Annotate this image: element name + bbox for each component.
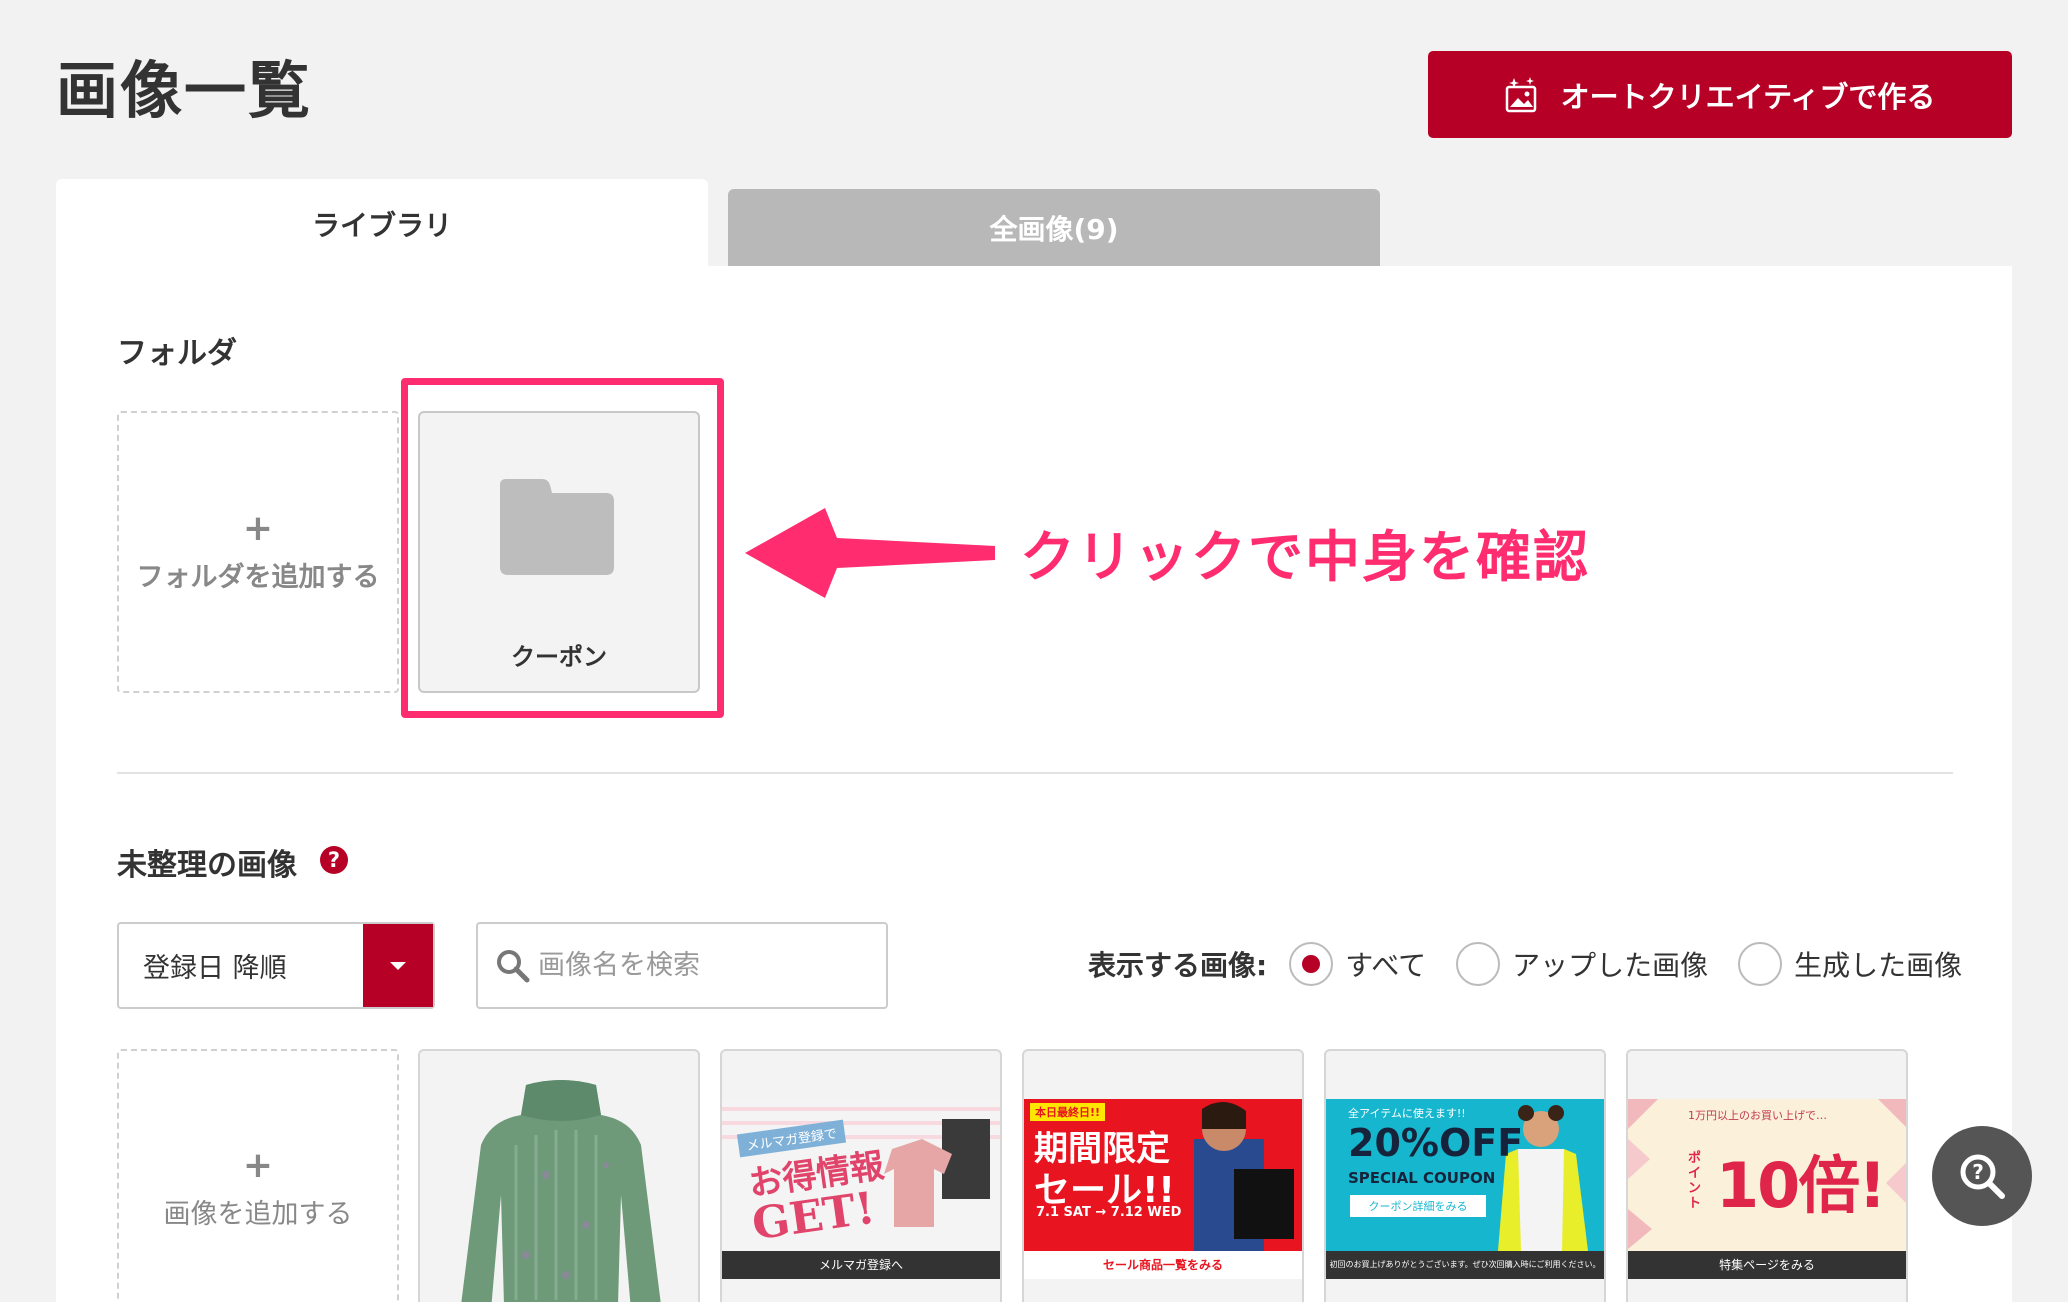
banner-button: クーポン詳細をみる — [1350, 1195, 1486, 1217]
banner-bar: メルマガ登録へ — [722, 1251, 1000, 1279]
image-card-coupon[interactable]: 全アイテムに使えます!! 20%OFF SPECIAL COUPON クーポン詳… — [1324, 1049, 1606, 1302]
unsorted-section-title: 未整理の画像 — [117, 848, 297, 883]
auto-creative-button[interactable]: オートクリエイティブで作る — [1428, 51, 2012, 138]
search-box[interactable] — [476, 922, 888, 1009]
banner-tag: 全アイテムに使えます!! — [1348, 1107, 1466, 1120]
image-sparkle-icon — [1505, 76, 1536, 112]
banner-bar: セール商品一覧をみる — [1024, 1251, 1302, 1279]
banner-headline: ポイント — [1688, 1151, 1702, 1211]
section-divider — [117, 772, 1953, 774]
radio-uploaded[interactable]: アップした画像 — [1456, 942, 1708, 986]
folders-section-title: フォルダ — [117, 336, 237, 371]
zoom-help-button[interactable]: ? — [1932, 1126, 2032, 1226]
banner-headline: 20%OFF — [1348, 1121, 1524, 1165]
page-title: 画像一覧 — [56, 54, 313, 127]
tab-library[interactable]: ライブラリ — [56, 179, 708, 269]
annotation-text: クリックで中身を確認 — [1020, 525, 1591, 589]
auto-creative-label: オートクリエイティブで作る — [1560, 79, 1936, 114]
filter-label: 表示する画像: — [1088, 949, 1268, 982]
tab-all-images[interactable]: 全画像(9) — [728, 189, 1380, 267]
help-icon[interactable]: ? — [320, 846, 348, 874]
annotation-arrow — [745, 508, 995, 598]
banner-big: SPECIAL COUPON — [1348, 1169, 1496, 1187]
image-card-point[interactable]: 1万円以上のお買い上げで… ポイント 10倍! 特集ページをみる — [1626, 1049, 1908, 1302]
sort-select[interactable]: 登録日 降順 — [117, 922, 435, 1009]
banner-bar: 特集ページをみる — [1628, 1251, 1906, 1279]
radio-label: すべて — [1345, 949, 1427, 982]
add-image-button[interactable]: + 画像を追加する — [117, 1049, 399, 1302]
svg-text:?: ? — [1972, 1160, 1984, 1184]
banner-tag: 本日最終日!! — [1030, 1103, 1106, 1121]
radio-generated[interactable]: 生成した画像 — [1738, 942, 1962, 986]
image-card-sweater[interactable] — [418, 1049, 700, 1302]
add-image-label: 画像を追加する — [163, 1198, 353, 1230]
banner-big: 10倍! — [1716, 1149, 1887, 1222]
banner-dates: 7.1 SAT → 7.12 WED — [1036, 1205, 1182, 1220]
radio-circle[interactable] — [1456, 942, 1501, 986]
add-folder-button[interactable]: + フォルダを追加する — [117, 411, 399, 693]
plus-icon: + — [242, 507, 274, 549]
banner-bar: 初回のお買上げありがとうございます。ぜひ次回購入時にご利用ください。 — [1326, 1251, 1604, 1279]
image-card-mailmag[interactable]: メルマガ登録で お得情報 GET! メルマガ登録へ — [720, 1049, 1002, 1302]
image-card-sale[interactable]: 本日最終日!! 期間限定 セール!! 7.1 SAT → 7.12 WED セー… — [1022, 1049, 1304, 1302]
highlight-box — [401, 378, 724, 718]
radio-all[interactable]: すべて — [1289, 942, 1426, 986]
image-filter: 表示する画像: すべて アップした画像 生成した画像 — [1088, 942, 1962, 986]
search-help-icon: ? — [1960, 1154, 2005, 1199]
chevron-down-icon[interactable] — [363, 924, 433, 1007]
banner-tag: 1万円以上のお買い上げで… — [1688, 1109, 1827, 1122]
radio-label: アップした画像 — [1512, 949, 1709, 982]
search-input[interactable] — [538, 950, 858, 981]
radio-circle[interactable] — [1289, 942, 1334, 986]
search-icon — [497, 949, 530, 982]
radio-circle[interactable] — [1738, 942, 1783, 986]
plus-icon: + — [242, 1144, 274, 1186]
add-folder-label: フォルダを追加する — [136, 561, 380, 593]
sort-value: 登録日 降順 — [143, 953, 287, 984]
radio-label: 生成した画像 — [1794, 949, 1963, 982]
sweater-image — [461, 1080, 661, 1302]
